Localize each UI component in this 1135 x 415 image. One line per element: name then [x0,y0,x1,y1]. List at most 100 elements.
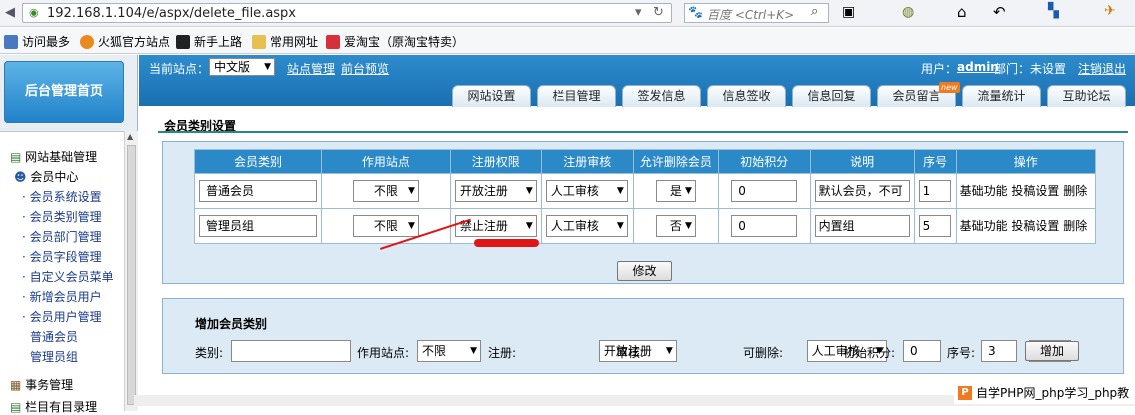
user-label: 用户： [921,62,958,76]
cell: 不限 ▼ [321,208,451,244]
sidebar-item-admin-group[interactable]: 管理员组 [30,348,78,365]
cell: 开放注册 ▼ [449,173,542,209]
bookmark-firefox[interactable]: 火狐官方站点 [80,33,170,50]
bookmark-common-sites[interactable]: 常用网址 [252,33,318,50]
folder-icon [252,35,266,49]
bookmark-getting-started[interactable]: 新手上路 [176,33,242,50]
points-input[interactable]: 0 [731,215,798,237]
type-name-input[interactable]: 普通会员 [199,180,317,202]
submission-settings-link[interactable]: 投稿设置 [1011,184,1059,198]
add-form-title: 增加会员类别 [195,317,268,331]
site-manage-link[interactable]: 站点管理 [287,60,335,77]
col-header: 注册审核 [540,149,634,174]
frontend-preview-link[interactable]: 前台预览 [341,60,389,77]
chevron-down-icon: ▼ [407,186,415,196]
add-button[interactable]: 增加 [1025,341,1079,361]
cell: 默认会员，不可 [809,173,915,209]
description-input[interactable]: 默认会员，不可 [814,180,910,202]
bookmark-taobao[interactable]: 爱淘宝（原淘宝特卖） [326,33,464,50]
description-input[interactable]: 内置组 [814,215,910,237]
sidebar-group-members[interactable]: ☻ 会员中心 [14,168,78,185]
screenshot-tool-icon[interactable]: ▣ [842,4,855,20]
allow-delete-select[interactable]: 是 ▼ [655,180,696,202]
bookmark-most-visited[interactable]: 访问最多 [4,33,70,50]
extension-icon[interactable]: ✈ [1104,3,1116,19]
modify-button[interactable]: 修改 [617,261,672,281]
sidebar-item-custom-menu[interactable]: · 自定义会员菜单 [22,268,114,285]
cell: 0 [717,208,811,244]
basic-function-link[interactable]: 基础功能 [960,219,1008,233]
tab-site-settings[interactable]: 网站设置 [452,85,531,107]
search-box[interactable]: 🐾 百度 <Ctrl+K> ⌕ [684,3,829,23]
sidebar-item-member-types[interactable]: · 会员类别管理 [22,208,102,225]
site-select[interactable]: 不限 ▼ [352,215,419,237]
sidebar-item-normal-members[interactable]: 普通会员 [30,328,78,345]
undo-icon[interactable]: ↶ [993,3,1006,21]
cell: 否 ▼ [632,208,719,244]
dropdown-arrow-icon[interactable]: ▾ [635,5,642,20]
sidebar-group-site-basics[interactable]: ▤ 网站基础管理 [10,148,97,165]
type-name-input[interactable]: 管理员组 [199,215,317,237]
firefox-icon [80,35,94,49]
order-label: 序号: [947,346,976,360]
cell: 内置组 [809,208,915,244]
home-icon[interactable]: ⌂ [957,3,967,21]
scroll-thumb[interactable] [127,145,136,405]
reg-audit-select[interactable]: 人工审核 ▼ [545,215,628,237]
sidebar-item-member-settings[interactable]: · 会员系统设置 [22,188,102,205]
new-points-input[interactable]: 0 [903,340,941,362]
sidebar-scrollbar[interactable]: ▲ [124,131,138,411]
sidebar-group-affairs[interactable]: ▦ 事务管理 [10,376,73,393]
columns-icon: ▤ [10,400,22,414]
tab-traffic-stats[interactable]: 流量统计 [962,85,1041,107]
cell: 是 ▼ [632,173,719,209]
tab-info-reply[interactable]: 信息回复 [792,85,871,107]
admin-home-button[interactable]: 后台管理首页 [4,61,124,123]
order-input[interactable]: 1 [918,180,951,202]
sidebar-item-member-fields[interactable]: · 会员字段管理 [22,248,102,265]
new-badge: new [939,82,960,93]
address-bar[interactable]: ◉ 192.168.1.104/e/aspx/delete_file.aspx … [22,3,672,23]
col-header: 操作 [955,149,1097,174]
reg-audit-select[interactable]: 人工审核 ▼ [545,180,628,202]
new-type-input[interactable] [231,340,351,362]
col-header: 序号 [913,149,957,174]
back-arrow-icon[interactable]: ◀ [5,5,15,20]
allow-delete-select[interactable]: 否 ▼ [655,215,696,237]
new-site-select[interactable]: 不限 ▼ [417,340,481,362]
search-icon[interactable]: ⌕ [811,4,818,19]
site-select[interactable]: 不限 ▼ [352,180,419,202]
sidebar-item-user-manage[interactable]: · 会员用户管理 [22,308,102,325]
basic-function-link[interactable]: 基础功能 [960,184,1008,198]
bookmarks-bar: 访问最多 火狐官方站点 新手上路 常用网址 爱淘宝（原淘宝特卖） [0,28,1135,54]
logout-link[interactable]: 注销退出 [1078,60,1126,77]
tab-forum[interactable]: 互助论坛 [1047,85,1126,107]
addon-icon[interactable]: ◍ [902,4,914,20]
order-input[interactable]: 5 [918,215,951,237]
sidebar-item-member-depts[interactable]: · 会员部门管理 [22,228,102,245]
delete-link[interactable]: 删除 [1063,184,1087,198]
tab-issue-info[interactable]: 签发信息 [622,85,701,107]
submission-settings-link[interactable]: 投稿设置 [1011,219,1059,233]
site-label: 作用站点: [357,346,410,360]
affairs-icon: ▦ [10,378,22,392]
site-select[interactable]: 中文版 ▼ [209,58,275,76]
chevron-down-icon: ▼ [684,186,692,196]
tab-info-receive[interactable]: 信息签收 [707,85,786,107]
reg-permission-select[interactable]: 开放注册 ▼ [454,180,537,202]
tab-column-manage[interactable]: 栏目管理 [537,85,616,107]
scroll-up-icon[interactable]: ▲ [127,132,133,141]
user-name-link[interactable]: admin [957,60,999,74]
add-member-type-panel: 增加会员类别 类别: 作用站点: 不限 ▼ 注册: 开放注册 ▼ 审核: 人工审核 ▼… [162,298,1124,374]
taobao-icon [326,35,340,49]
reg-permission-select[interactable]: 禁止注册 ▼ [454,215,537,237]
new-order-input[interactable]: 3 [981,340,1017,362]
sidebar-group-columns[interactable]: ▤ 栏目有目录理 [10,398,97,415]
sidebar-item-add-user[interactable]: · 新增会员用户 [22,288,102,305]
points-input[interactable]: 0 [731,180,798,202]
section-divider [158,131,1128,133]
url-text: 192.168.1.104/e/aspx/delete_file.aspx [47,6,296,21]
reload-icon[interactable]: ↻ [653,5,664,20]
delete-link[interactable]: 删除 [1063,219,1087,233]
windows-icon[interactable]: ▚ [1048,3,1059,19]
